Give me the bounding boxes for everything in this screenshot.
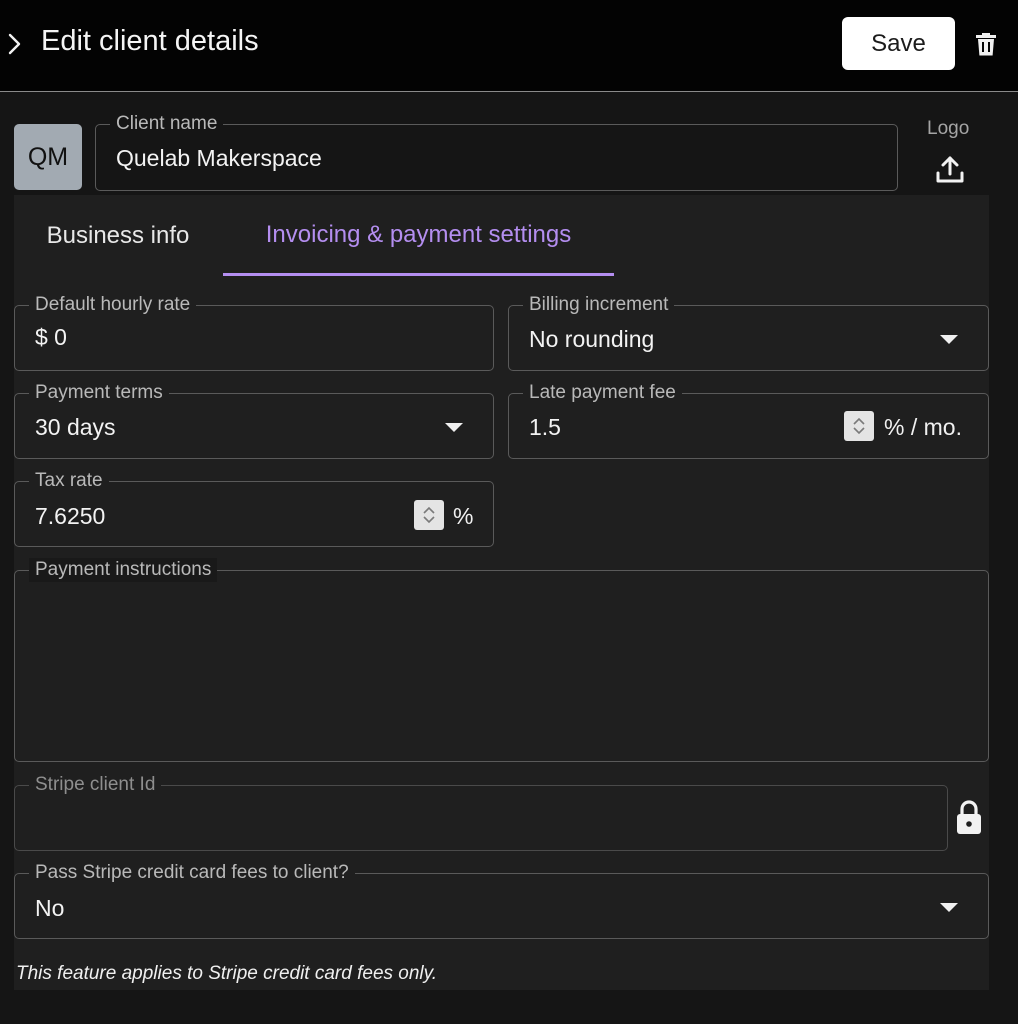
stripe-client-id-field: Stripe client Id <box>14 773 948 851</box>
hourly-rate-label: Default hourly rate <box>29 293 197 317</box>
chevron-down-icon[interactable] <box>445 423 463 432</box>
chevron-down-icon[interactable] <box>940 335 958 344</box>
tax-rate-value: 7.6250 <box>35 503 106 529</box>
billing-increment-select[interactable]: Billing increment No rounding <box>508 293 989 371</box>
tax-rate-unit: % <box>453 503 474 529</box>
stepper-down-icon[interactable] <box>422 515 436 524</box>
stepper-down-icon[interactable] <box>852 426 866 435</box>
hourly-rate-field[interactable]: Default hourly rate $ 0 <box>14 293 494 371</box>
upload-icon[interactable] <box>932 152 968 188</box>
tab-invoicing-payment-settings[interactable]: Invoicing & payment settings <box>223 196 614 276</box>
stepper-up-icon[interactable] <box>422 506 436 515</box>
billing-increment-label: Billing increment <box>523 293 675 317</box>
late-payment-fee-label: Late payment fee <box>523 381 682 405</box>
chevron-right-icon[interactable] <box>2 28 28 60</box>
late-fee-unit: % / mo. <box>884 414 962 440</box>
payment-terms-value: 30 days <box>35 414 116 440</box>
client-name-field[interactable]: Client name Quelab Makerspace <box>95 112 898 191</box>
hourly-rate-value: $ 0 <box>35 324 67 350</box>
number-stepper[interactable] <box>414 500 444 530</box>
page-title: Edit client details <box>41 25 259 57</box>
tax-rate-label: Tax rate <box>29 469 109 493</box>
number-stepper[interactable] <box>844 411 874 441</box>
billing-increment-value: No rounding <box>529 326 655 352</box>
lock-icon[interactable] <box>953 798 985 836</box>
client-name-value: Quelab Makerspace <box>116 145 322 171</box>
payment-terms-label: Payment terms <box>29 381 169 405</box>
pass-stripe-fees-select[interactable]: Pass Stripe credit card fees to client? … <box>14 861 989 939</box>
payment-instructions-label: Payment instructions <box>29 558 218 582</box>
tax-rate-field[interactable]: Tax rate 7.6250 % <box>14 469 494 547</box>
late-payment-fee-field[interactable]: Late payment fee 1.5 % / mo. <box>508 381 989 459</box>
late-payment-fee-value: 1.5 <box>529 414 561 440</box>
tab-business-info[interactable]: Business info <box>14 196 222 276</box>
top-bar: Edit client details Save <box>0 0 1018 92</box>
stepper-up-icon[interactable] <box>852 417 866 426</box>
payment-instructions-textarea[interactable]: Payment instructions <box>14 558 989 762</box>
avatar: QM <box>14 124 82 190</box>
stripe-fees-helper-text: This feature applies to Stripe credit ca… <box>16 963 438 984</box>
pass-stripe-fees-label: Pass Stripe credit card fees to client? <box>29 861 355 885</box>
chevron-down-icon[interactable] <box>940 903 958 912</box>
trash-icon[interactable] <box>970 28 1002 60</box>
logo-label: Logo <box>927 118 970 139</box>
payment-terms-select[interactable]: Payment terms 30 days <box>14 381 494 459</box>
stripe-client-id-label: Stripe client Id <box>29 773 162 797</box>
client-name-label: Client name <box>110 112 224 136</box>
save-button[interactable]: Save <box>842 17 955 70</box>
pass-stripe-fees-value: No <box>35 895 65 921</box>
